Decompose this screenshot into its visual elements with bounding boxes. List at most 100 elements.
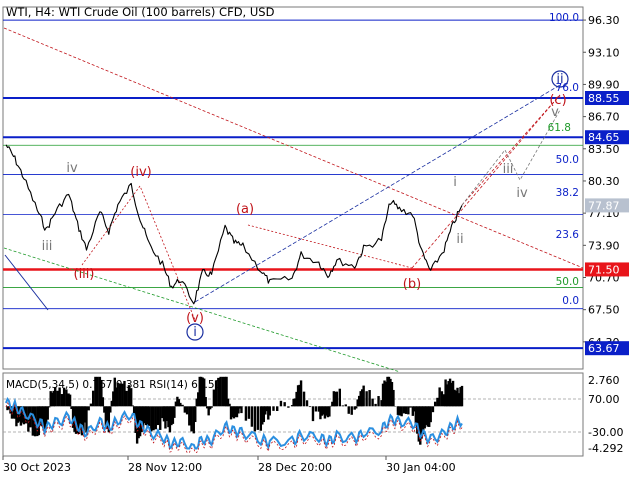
time-tick-label: 28 Nov 12:00 [128,461,202,474]
macd-bar [407,406,410,415]
macd-bar [438,387,441,407]
macd-bar [154,406,157,430]
macd-bar [147,406,151,426]
macd-bar [87,406,90,411]
macd-bar [253,406,257,432]
level-price-label: 63.67 [588,342,620,355]
chart-title: WTI, H4: WTI Crude Oil (100 barrels) CFD… [6,5,275,19]
macd-bar [188,406,191,426]
macd-bar [101,397,105,407]
wave-label: i [193,325,197,340]
indicator-title: MACD(5,34,5) 0.767 0.381 RSI(14) 61.51 [6,379,222,391]
macd-bar [365,391,368,407]
macd-bar [228,403,231,407]
macd-bar [460,385,464,407]
wave-label: iv [66,161,78,176]
fib-level-label: 100.0 [549,12,579,24]
fib-level-label: 50.0 [556,154,579,166]
fib-level-label: 38.2 [556,187,579,199]
macd-bar [400,406,403,417]
level-price-label: 71.50 [588,263,620,276]
time-tick-label: 30 Jan 04:00 [386,461,456,474]
wave-label: iii [42,239,53,254]
fib-level-label: 50.0 [556,276,579,288]
wave-label: iii [503,162,514,177]
price-tick-label: 83.50 [588,143,620,156]
indicator-axis-label: -30.00 [588,426,623,439]
macd-bar [85,406,88,433]
macd-bar [311,406,315,422]
wave-label: (iv) [130,165,151,180]
macd-bar [31,406,35,436]
fib-level-label: 61.8 [548,122,571,134]
macd-bar [46,406,49,420]
macd-bar [268,406,271,416]
macd-bar [314,406,318,412]
macd-bar [302,391,306,407]
macd-bar [65,389,68,407]
price-tick-label: 93.10 [588,46,620,59]
macd-bar [185,406,189,415]
macd-bar [152,406,155,431]
macd-bar [347,406,350,414]
time-tick-label: 28 Dec 20:00 [258,461,332,474]
macd-bar [402,406,406,414]
wave-label: ii [456,232,463,247]
macd-bar [279,400,283,407]
macd-bar [125,390,128,407]
macd-bar [179,402,182,407]
price-tick-label: 67.50 [588,304,620,317]
macd-bar [109,406,112,413]
macd-bar [91,390,95,407]
macd-bar [429,406,432,423]
indicator-axis-label: 70.00 [588,393,620,406]
macd-bar [398,406,401,416]
macd-bar [338,388,342,407]
wave-label: i [453,175,457,190]
macd-bar [308,406,312,408]
macd-bar [250,406,254,427]
price-tick-label: 89.90 [588,78,620,91]
macd-bar [440,391,444,407]
macd-bar [272,406,275,411]
fib-level-label: 23.6 [556,229,580,241]
macd-bar [299,380,303,407]
macd-bar [392,389,395,407]
macd-bar [210,406,213,408]
macd-bar [221,376,225,407]
macd-bar [247,406,251,419]
price-tick-label: 86.70 [588,111,620,124]
macd-bar [287,406,290,408]
macd-bar [305,400,309,407]
wave-label: (b) [403,277,421,292]
wave-label: iv [516,186,528,201]
level-price-label: 88.55 [588,92,620,105]
macd-bar [173,406,176,418]
macd-bar [350,406,353,415]
macd-bar [183,406,187,413]
fib-level-label: 76.0 [556,82,579,94]
macd-bar [433,401,437,407]
time-tick-label: 30 Oct 2023 [3,461,71,474]
macd-bar [131,405,134,407]
macd-bar [344,404,347,407]
macd-bar [371,398,374,407]
fib-level-label: 0.0 [562,295,579,307]
macd-bar [341,405,344,407]
price-tick-label: 73.90 [588,239,620,252]
macd-bar [377,396,380,407]
level-price-label: 84.65 [588,131,620,144]
macd-bar [328,406,331,417]
macd-bar [190,406,193,432]
macd-bar [240,406,243,414]
wti-chart[interactable]: iviii(iv)(iii)(v)i(a)(b)(c)iiiiiiiiivv 1… [0,0,640,480]
macd-bar [404,406,408,414]
macd-bar [431,406,435,413]
macd-bar [283,402,286,407]
macd-bar [276,406,279,412]
wave-label: (a) [236,202,254,217]
wave-label: (iii) [74,267,95,282]
macd-bar [212,389,216,407]
macd-bar [368,390,371,407]
macd-bar [150,406,153,432]
